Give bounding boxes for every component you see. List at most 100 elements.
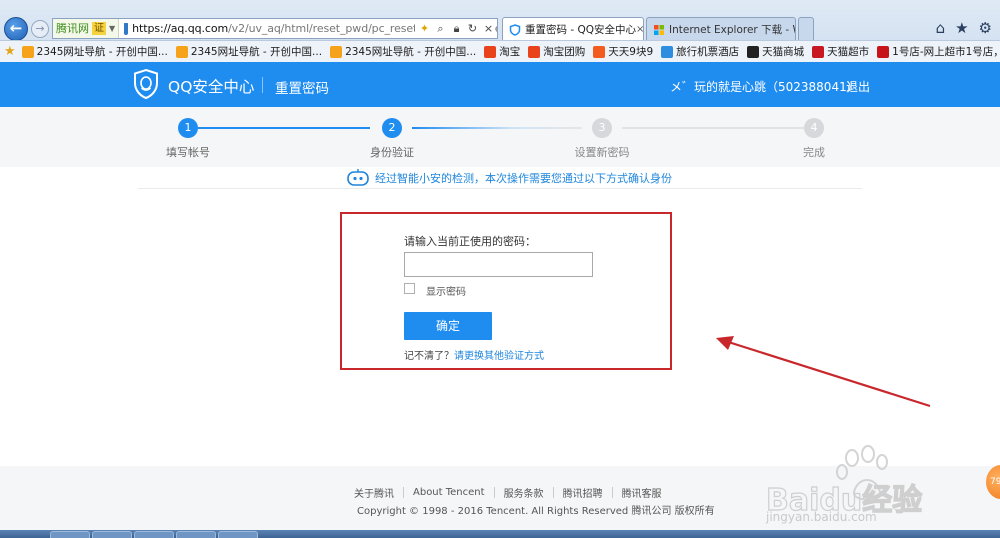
favorite-site-icon — [330, 45, 343, 58]
show-password-label[interactable]: 显示密码 — [426, 283, 466, 298]
favorites-list: 2345网址导航 - 开创中国... 2345网址导航 - 开创中国... 2345… — [18, 44, 1000, 59]
page-title: 重置密码 — [275, 81, 329, 97]
show-password-checkbox[interactable] — [404, 283, 415, 294]
step-4-label: 完成 — [803, 146, 825, 159]
forgot-row: 记不清了？请更换其他验证方式 — [404, 347, 544, 362]
favorite-label: 1号店-网上超市1号店，... — [892, 46, 1000, 58]
taskbar-button[interactable] — [176, 531, 216, 538]
robot-assistant-icon — [347, 169, 369, 186]
step-1-label: 填写帐号 — [166, 146, 210, 159]
taskbar-button[interactable] — [50, 531, 90, 538]
copyright: Copyright © 1998 - 2016 Tencent. All Rig… — [357, 506, 715, 517]
footer-links: 关于腾讯 About Tencent 服务条款 腾讯招聘 腾讯客服 — [354, 485, 671, 500]
taskbar-button[interactable] — [134, 531, 174, 538]
favorite-label: 天天9块9 — [608, 46, 654, 58]
footer-link[interactable]: About Tencent — [404, 487, 494, 498]
qq-shield-tab-icon — [509, 23, 521, 36]
favorite-link[interactable]: 1号店-网上超市1号店，... — [873, 44, 1000, 59]
close-tab-icon[interactable]: × — [636, 24, 643, 35]
search-icon[interactable]: ⌕ — [434, 20, 447, 37]
favorite-site-icon — [877, 45, 890, 58]
step-3-circle: 3 — [592, 118, 612, 138]
confirm-button[interactable]: 确定 — [404, 312, 492, 340]
footer-link[interactable]: 腾讯客服 — [613, 485, 671, 500]
address-tools: ✦ ⌕ 🔒︎ ↻ × — [415, 20, 495, 37]
step-connector-done — [198, 127, 370, 129]
favorite-link[interactable]: 2345网址导航 - 开创中国... — [18, 44, 172, 59]
tab-title: Internet Explorer 下载 - Win... — [669, 24, 795, 36]
lock-icon[interactable]: 🔒︎ — [450, 20, 463, 37]
favorite-link[interactable]: 2345网址导航 - 开创中国... — [326, 44, 480, 59]
tab-reset-password[interactable]: 重置密码 - QQ安全中心 × — [502, 17, 644, 41]
screen: ← → 腾讯网 证 ▼ https://aq.qq.com/v2/uv_aq/h… — [0, 0, 1000, 538]
brand-title[interactable]: QQ安全中心 — [168, 75, 254, 97]
favorite-link[interactable]: 淘宝团购 — [524, 44, 589, 59]
taskbar-button[interactable] — [218, 531, 258, 538]
favorite-site-icon — [812, 45, 825, 58]
forgot-prefix: 记不清了？ — [404, 351, 454, 362]
refresh-icon[interactable]: ↻ — [466, 20, 479, 37]
password-label: 请输入当前正使用的密码： — [404, 235, 536, 248]
site-header: QQ安全中心 重置密码 メ゛玩的就是心跳（502388041） 退出 — [0, 62, 1000, 107]
favorite-label: 天猫超市 — [827, 46, 870, 58]
footer-link[interactable]: 腾讯招聘 — [554, 485, 612, 500]
favorite-site-icon — [593, 45, 606, 58]
shield-icon — [124, 22, 129, 35]
favorite-link[interactable]: 天猫超市 — [808, 44, 873, 59]
favorite-label: 旅行机票酒店 — [676, 46, 740, 58]
baidu-paw-watermark-icon: Baidu经验 — [765, 445, 923, 519]
windows-icon — [654, 24, 664, 35]
settings-gear-icon[interactable]: ⚙ — [979, 19, 992, 37]
footer-link[interactable]: 服务条款 — [495, 485, 553, 500]
favorite-link[interactable]: 天猫商城 — [743, 44, 808, 59]
notice-text: 经过智能小安的检测，本次操作需要您通过以下方式确认身份 — [375, 172, 672, 185]
verified-icon: 证 — [92, 22, 106, 35]
favorites-star-icon[interactable]: ★ — [4, 44, 16, 59]
address-bar[interactable]: 腾讯网 证 ▼ https://aq.qq.com/v2/uv_aq/html/… — [52, 18, 498, 39]
stop-icon[interactable]: × — [482, 20, 495, 37]
tab-ie-download[interactable]: Internet Explorer 下载 - Win... — [646, 17, 796, 41]
other-verification-link[interactable]: 请更换其他验证方式 — [454, 351, 544, 362]
tab-title: 重置密码 - QQ安全中心 — [525, 24, 636, 36]
qq-shield-logo-icon[interactable] — [132, 68, 160, 100]
annotation-arrow — [716, 336, 931, 408]
favorite-site-icon — [528, 45, 541, 58]
user-account: メ゛玩的就是心跳（502388041） — [670, 80, 859, 94]
favorite-site-icon — [747, 45, 760, 58]
browser-toolbar-icons: ⌂ ★ ⚙ — [936, 19, 992, 37]
favorites-bar: ★ 2345网址导航 - 开创中国... 2345网址导航 - 开创中国... 23… — [0, 40, 1000, 62]
favorite-site-icon — [661, 45, 674, 58]
favorites-star-icon[interactable]: ★ — [955, 19, 968, 37]
favorite-label: 2345网址导航 - 开创中国... — [190, 46, 323, 58]
site-verified-badge[interactable]: 腾讯网 证 ▼ — [53, 19, 120, 38]
step-connector-todo — [622, 127, 804, 129]
favorite-label: 天猫商城 — [762, 46, 805, 58]
compat-icon[interactable]: ✦ — [418, 20, 431, 37]
home-icon[interactable]: ⌂ — [936, 19, 946, 37]
favorite-site-icon — [21, 45, 34, 58]
favorite-link[interactable]: 天天9块9 — [589, 44, 657, 59]
logout-link[interactable]: 退出 — [846, 78, 870, 95]
step-2-circle: 2 — [382, 118, 402, 138]
favorite-link[interactable]: 2345网址导航 - 开创中国... — [172, 44, 326, 59]
badge-dropdown-icon: ▼ — [109, 24, 116, 33]
favorite-link[interactable]: 旅行机票酒店 — [657, 44, 743, 59]
progress-steps: 1 2 3 4 填写帐号 身份验证 设置新密码 完成 — [0, 107, 1000, 167]
step-3-label: 设置新密码 — [574, 146, 630, 159]
favorite-label: 淘宝团购 — [543, 46, 586, 58]
forward-button[interactable]: → — [31, 20, 49, 38]
watermark-url: jingyan.baidu.com — [766, 510, 877, 524]
back-button[interactable]: ← — [4, 17, 28, 41]
favorite-label: 2345网址导航 - 开创中国... — [345, 46, 477, 58]
taskbar-button[interactable] — [92, 531, 132, 538]
favorite-label: 淘宝 — [499, 46, 521, 58]
step-4-circle: 4 — [804, 118, 824, 138]
step-1-circle: 1 — [178, 118, 198, 138]
notice-divider — [138, 188, 862, 189]
browser-chrome: ← → 腾讯网 证 ▼ https://aq.qq.com/v2/uv_aq/h… — [0, 0, 1000, 62]
password-input[interactable] — [404, 252, 593, 277]
favorite-link[interactable]: 淘宝 — [480, 44, 524, 59]
footer-link[interactable]: 关于腾讯 — [354, 485, 403, 500]
new-tab-button[interactable] — [798, 17, 814, 41]
favorite-label: 2345网址导航 - 开创中国... — [36, 46, 168, 58]
